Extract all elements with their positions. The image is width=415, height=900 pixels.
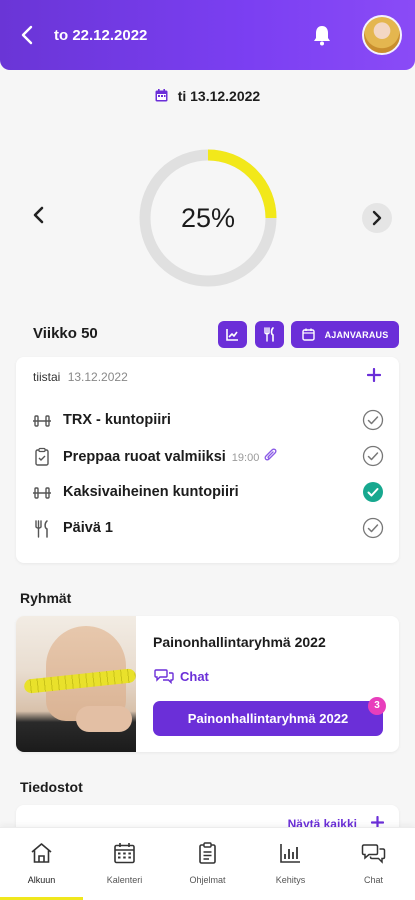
paperclip-icon[interactable] <box>263 448 279 464</box>
avatar[interactable] <box>362 15 402 55</box>
back-button[interactable] <box>20 24 40 48</box>
progress-chart-button[interactable] <box>218 321 247 348</box>
tab-chat-label: Chat <box>363 875 383 885</box>
chevron-left-icon <box>33 206 44 224</box>
day-card: tiistai 13.12.2022 TRX - kuntopiiri Prep… <box>16 357 399 563</box>
week-title: Viikko 50 <box>33 325 98 342</box>
fork-knife-icon <box>264 327 274 342</box>
progress-percentage: 25% <box>180 203 236 233</box>
nutrition-button[interactable] <box>255 321 284 348</box>
group-chat-label: Chat <box>180 668 209 684</box>
calendar-icon <box>155 89 168 102</box>
dumbbell-icon <box>33 415 51 427</box>
booking-button-label: AJANVARAUS <box>324 329 389 340</box>
task-label: Päivä 1 <box>63 520 113 536</box>
header-title: to 22.12.2022 <box>54 27 148 44</box>
home-icon <box>31 843 52 863</box>
task-label: Preppaa ruoat valmiiksi <box>63 449 226 465</box>
tab-home[interactable]: Alkuun <box>0 828 83 900</box>
next-day-button[interactable] <box>362 203 392 233</box>
checkbox-icon[interactable] <box>362 517 384 539</box>
tab-calendar-label: Kalenteri <box>106 875 143 885</box>
tab-progress[interactable]: Kehitys <box>249 828 332 900</box>
day-weekday: tiistai <box>33 370 61 384</box>
checkbox-icon[interactable] <box>362 445 384 467</box>
checkbox-checked-icon[interactable] <box>362 481 384 503</box>
line-chart-icon <box>226 329 238 341</box>
group-card[interactable]: Painonhallintaryhmä 2022 Chat Painonhall… <box>16 616 399 752</box>
task-label: Kaksivaiheinen kuntopiiri <box>63 484 239 500</box>
day-header: tiistai 13.12.2022 <box>33 370 128 384</box>
task-label-wrap: Preppaa ruoat valmiiksi 19:00 <box>63 448 279 465</box>
previous-day-button[interactable] <box>27 204 51 232</box>
chat-bubbles-icon <box>361 844 386 864</box>
files-title: Tiedostot <box>20 779 83 795</box>
calendar-icon <box>301 328 315 341</box>
app-header: to 22.12.2022 <box>0 0 415 70</box>
tab-home-label: Alkuun <box>27 875 56 885</box>
group-image <box>16 616 137 752</box>
dumbbell-icon <box>33 487 51 499</box>
tab-calendar[interactable]: Kalenteri <box>83 828 166 900</box>
bar-chart-icon <box>280 844 300 863</box>
add-task-button[interactable] <box>364 363 384 387</box>
bell-icon <box>314 26 330 46</box>
checkbox-icon[interactable] <box>362 409 384 431</box>
calendar-icon <box>114 843 135 864</box>
day-date: 13.12.2022 <box>67 370 128 384</box>
plus-icon <box>366 367 382 383</box>
tab-programs-label: Ohjelmat <box>189 875 226 885</box>
fork-knife-icon <box>35 520 48 538</box>
chevron-left-icon <box>21 25 33 45</box>
bottom-tab-bar: Alkuun Kalenteri Ohjelmat Kehitys Chat <box>0 827 415 900</box>
notifications-button[interactable] <box>312 24 334 46</box>
chevron-right-icon <box>372 210 382 226</box>
task-item[interactable]: Preppaa ruoat valmiiksi 19:00 <box>32 445 384 469</box>
group-chat-link[interactable]: Chat <box>154 668 209 684</box>
notification-badge: 3 <box>368 697 386 715</box>
task-item[interactable]: Kaksivaiheinen kuntopiiri <box>32 481 384 505</box>
task-label: TRX - kuntopiiri <box>63 412 171 428</box>
tab-programs[interactable]: Ohjelmat <box>166 828 249 900</box>
chat-bubbles-icon <box>154 669 174 684</box>
tab-progress-label: Kehitys <box>275 875 306 885</box>
task-item[interactable]: TRX - kuntopiiri <box>32 409 384 433</box>
clipboard-icon <box>199 842 216 864</box>
selected-date[interactable]: ti 13.12.2022 <box>0 88 415 104</box>
group-name: Painonhallintaryhmä 2022 <box>153 634 326 650</box>
task-item[interactable]: Päivä 1 <box>32 517 384 541</box>
selected-date-label: ti 13.12.2022 <box>177 88 261 104</box>
progress-ring: 25% <box>137 147 279 289</box>
open-group-button[interactable]: Painonhallintaryhmä 2022 <box>153 701 383 736</box>
task-time: 19:00 <box>231 452 260 464</box>
clipboard-icon <box>35 447 49 466</box>
groups-title: Ryhmät <box>20 590 72 606</box>
booking-button[interactable]: AJANVARAUS <box>291 321 399 348</box>
tab-chat[interactable]: Chat <box>332 828 415 900</box>
